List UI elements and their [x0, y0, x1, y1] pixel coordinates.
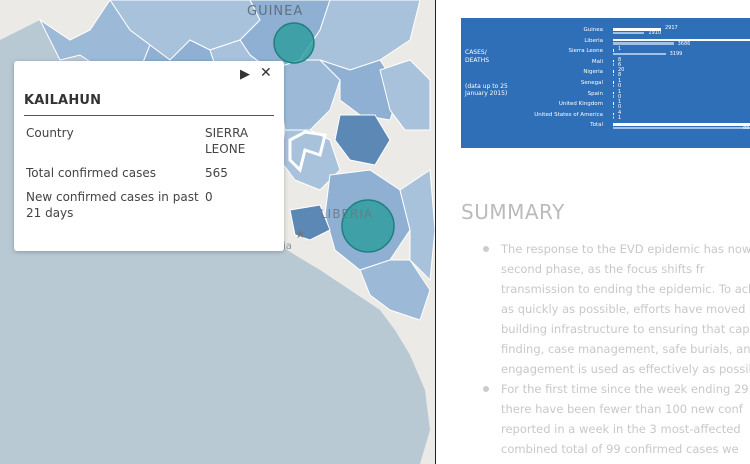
paragraph-line: as quickly as possible, efforts have mov… — [501, 302, 746, 316]
deaths-bar — [613, 95, 614, 98]
figure-row: Nigeria 20 8 — [461, 68, 750, 78]
paragraph-line: reported in a week in the 3 most-affecte… — [501, 422, 741, 436]
bullet-icon — [483, 246, 489, 252]
figure-country-label: Mali — [591, 58, 603, 65]
deaths-bar — [613, 42, 674, 45]
figure-country-label: Senegal — [580, 80, 603, 86]
figure-row: United Kingdom 1 0 — [461, 100, 750, 110]
svg-text:★: ★ — [295, 227, 306, 241]
figure-country-label: United Kingdom — [558, 101, 603, 108]
summary-heading: SUMMARY — [461, 200, 565, 224]
deaths-bar — [613, 63, 614, 66]
paragraph-line: engagement is used as effectively as pos… — [501, 362, 750, 376]
figure-country-label: Total — [590, 122, 603, 129]
figure-country-label: Liberia — [584, 37, 603, 44]
popup-fields-table: Country SIERRA LEONE Total confirmed cas… — [24, 123, 277, 227]
field-key: New confirmed cases in past 21 days — [26, 190, 199, 220]
deaths-value-label: 8810 — [743, 125, 750, 132]
field-key: Total confirmed cases — [26, 166, 157, 180]
field-key: Country — [26, 126, 74, 140]
figure-country-label: Spain — [587, 90, 603, 97]
map-label-guinea: GUINEA — [247, 4, 304, 19]
figure-row: Mali 8 6 — [461, 57, 750, 68]
paragraph-line: finding, case management, safe burials, … — [501, 342, 750, 356]
deaths-bar — [613, 52, 666, 56]
bullet-icon — [483, 386, 489, 392]
deaths-bar — [613, 31, 645, 34]
figure-country-label: United States of America — [534, 111, 603, 118]
deaths-value-label: 1 — [618, 114, 622, 121]
figure-row: Total 8810 — [461, 122, 750, 131]
deaths-bar — [613, 116, 614, 119]
play-right-icon[interactable]: ▶ — [240, 67, 250, 82]
cases-value-label: 2917 — [664, 25, 678, 31]
cases-bar — [613, 123, 750, 126]
figure-row: Liberia86223686 — [461, 38, 750, 47]
summary-paragraph: The response to the EVD epidemic has now… — [501, 239, 750, 379]
cases-bar — [613, 112, 614, 116]
map-popup: ▶ ✕ KAILAHUN Country SIERRA LEONE Total … — [14, 61, 284, 251]
close-icon[interactable]: ✕ — [260, 65, 272, 81]
cases-deaths-figure: CASES/ DEATHS (data up to 25 January 201… — [461, 18, 750, 148]
paragraph-line: For the first time since the week ending… — [501, 382, 749, 396]
cases-bar — [613, 49, 614, 52]
summary-paragraph: For the first time since the week ending… — [501, 379, 750, 459]
cases-bar — [613, 59, 614, 63]
popup-field-row: Total confirmed cases 565 — [24, 163, 277, 187]
figure-row: United States of America 4 1 — [461, 110, 750, 121]
popup-field-row: New confirmed cases in past 21 days 0 — [24, 187, 277, 227]
figure-country-label: Guinea — [583, 27, 603, 33]
cases-bar — [613, 70, 614, 73]
field-value: SIERRA LEONE — [205, 126, 249, 156]
deaths-value-label: 1910 — [648, 30, 662, 36]
paragraph-line: there have been fewer than 100 new conf — [501, 402, 743, 416]
cases-bar — [613, 81, 614, 84]
field-value: 565 — [205, 166, 228, 180]
popup-divider — [24, 115, 274, 116]
figure-row: Sierra Leone 1 3199 — [461, 46, 750, 58]
figure-country-label: Sierra Leone — [568, 48, 603, 55]
field-value: 0 — [205, 190, 213, 204]
cases-bar — [613, 91, 614, 95]
popup-title: KAILAHUN — [24, 93, 102, 108]
paragraph-line: second phase, as the focus shifts fr — [501, 262, 705, 276]
paragraph-line: building infrastructure to ensuring that… — [501, 322, 750, 336]
cases-bar — [613, 102, 614, 105]
deaths-value-label: 3686 — [677, 40, 691, 47]
cases-value-label: 1 — [618, 46, 622, 53]
popup-field-row: Country SIERRA LEONE — [24, 123, 277, 163]
figure-row: Guinea 2917 1910 — [461, 25, 750, 36]
paragraph-line: The response to the EVD epidemic has now — [501, 242, 750, 256]
deaths-bar — [613, 84, 614, 87]
deaths-bar — [613, 105, 614, 109]
paragraph-line: transmission to ending the epidemic. To … — [501, 282, 750, 296]
deaths-bar — [613, 126, 750, 130]
deaths-bar — [613, 73, 614, 77]
figure-row: Senegal 1 0 — [461, 79, 750, 89]
map-label-liberia: LIBERIA — [320, 207, 374, 221]
figure-country-label: Nigeria — [583, 69, 603, 76]
figure-row: Spain 1 0 — [461, 89, 750, 100]
paragraph-line: combined total of 99 confirmed cases we — [501, 442, 739, 456]
map-panel[interactable]: ★ GUINEA LIBERIA Monrovia ▶ ✕ KAILAHUN C… — [0, 0, 435, 464]
document-panel: CASES/ DEATHS (data up to 25 January 201… — [436, 0, 750, 464]
deaths-value-label: 3199 — [669, 51, 683, 58]
